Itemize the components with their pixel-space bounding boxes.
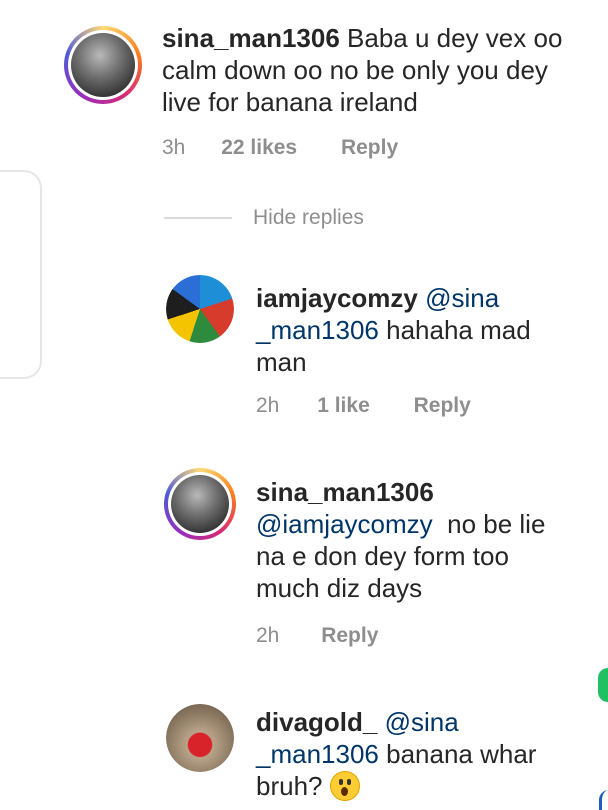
astonished-face-emoji [329, 771, 360, 801]
reply-button[interactable]: Reply [414, 394, 471, 417]
reply-time: 2h [256, 624, 280, 647]
reply-text: banana whar [378, 739, 537, 769]
avatar[interactable] [166, 275, 234, 343]
reply-username[interactable]: sina_man1306 [256, 477, 434, 507]
mention-link[interactable]: @sina [385, 707, 459, 737]
reply-meta: 2h Reply [256, 624, 378, 648]
side-panel-edge [0, 170, 42, 379]
comment-username[interactable]: sina_man1306 [162, 23, 340, 53]
hide-replies-button[interactable]: Hide replies [253, 206, 364, 230]
avatar[interactable] [166, 704, 234, 772]
floating-button-edge[interactable] [598, 668, 608, 702]
reply-username[interactable]: iamjaycomzy [256, 283, 418, 313]
reply-time: 2h [256, 394, 280, 417]
mention-link[interactable]: _man1306 [256, 739, 379, 769]
avatar[interactable] [64, 26, 142, 104]
mention-link[interactable]: @iamjaycomzy [256, 509, 433, 539]
reply-button[interactable]: Reply [321, 624, 378, 647]
reply-text: hahaha mad [378, 315, 531, 345]
comment-text-line: calm down oo no be only you dey [162, 55, 548, 85]
hide-replies-line [164, 217, 232, 219]
reply-text: bruh? [256, 771, 323, 801]
reply-text: na e don dey form too [256, 541, 509, 571]
comment-text-line: Baba u dey vex oo [347, 23, 563, 53]
reply-comment: divagold_ @sina _man1306 banana whar bru… [256, 706, 596, 802]
comment-meta: 3h 22 likes Reply [162, 136, 398, 160]
reply-comment: sina_man1306 @iamjaycomzy no be lie na e… [256, 476, 601, 604]
floating-edge-blue [599, 790, 608, 810]
comment-text-line: live for banana ireland [162, 87, 418, 117]
mention-link[interactable]: @sina [425, 283, 499, 313]
reply-username[interactable]: divagold_ [256, 707, 377, 737]
avatar[interactable] [164, 468, 236, 540]
likes-count[interactable]: 22 likes [221, 136, 297, 159]
comment-time: 3h [162, 136, 186, 159]
comment: sina_man1306 Baba u dey vex oo calm down… [162, 22, 602, 118]
reply-comment: iamjaycomzy @sina _man1306 hahaha mad ma… [256, 282, 596, 378]
reply-text: man [256, 347, 307, 377]
reply-text: no be lie [432, 509, 546, 539]
likes-count[interactable]: 1 like [317, 394, 370, 417]
reply-text: much diz days [256, 573, 423, 603]
reply-button[interactable]: Reply [341, 136, 398, 159]
reply-meta: 2h 1 like Reply [256, 394, 471, 418]
mention-link[interactable]: _man1306 [256, 315, 379, 345]
